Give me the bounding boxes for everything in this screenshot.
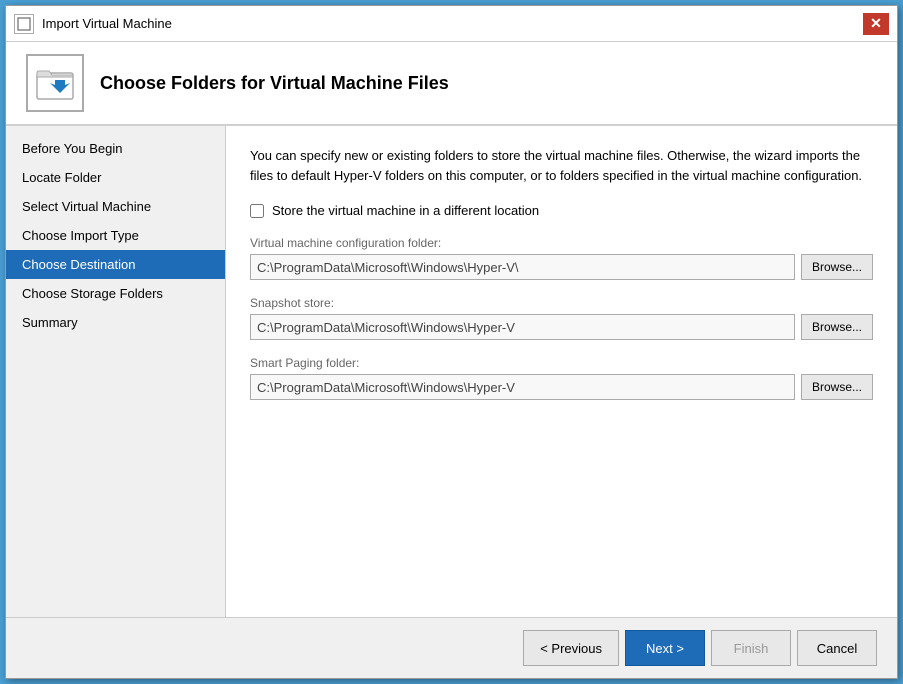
smart-paging-folder-row: Browse... [250, 374, 873, 400]
sidebar-item-choose-storage-folders[interactable]: Choose Storage Folders [6, 279, 225, 308]
header-section: Choose Folders for Virtual Machine Files [6, 42, 897, 126]
smart-paging-browse-button[interactable]: Browse... [801, 374, 873, 400]
header-title: Choose Folders for Virtual Machine Files [100, 73, 449, 94]
finish-button[interactable]: Finish [711, 630, 791, 666]
smart-paging-folder-label: Smart Paging folder: [250, 356, 873, 370]
snapshot-browse-button[interactable]: Browse... [801, 314, 873, 340]
title-bar-left: Import Virtual Machine [14, 14, 172, 34]
snapshot-store-group: Snapshot store: Browse... [250, 296, 873, 340]
sidebar: Before You Begin Locate Folder Select Vi… [6, 126, 226, 617]
footer: < Previous Next > Finish Cancel [6, 617, 897, 678]
smart-paging-folder-input[interactable] [250, 374, 795, 400]
folder-arrow-icon [35, 63, 75, 103]
sidebar-item-choose-import-type[interactable]: Choose Import Type [6, 221, 225, 250]
smart-paging-folder-group: Smart Paging folder: Browse... [250, 356, 873, 400]
cancel-button[interactable]: Cancel [797, 630, 877, 666]
vm-config-folder-label: Virtual machine configuration folder: [250, 236, 873, 250]
snapshot-store-input[interactable] [250, 314, 795, 340]
sidebar-item-locate-folder[interactable]: Locate Folder [6, 163, 225, 192]
sidebar-item-select-virtual-machine[interactable]: Select Virtual Machine [6, 192, 225, 221]
sidebar-item-summary[interactable]: Summary [6, 308, 225, 337]
store-different-location-label[interactable]: Store the virtual machine in a different… [272, 203, 539, 218]
store-different-location-row: Store the virtual machine in a different… [250, 203, 873, 218]
vm-config-folder-input[interactable] [250, 254, 795, 280]
import-virtual-machine-dialog: Import Virtual Machine ✕ Choose Folders … [5, 5, 898, 679]
header-icon-box [26, 54, 84, 112]
store-different-location-checkbox[interactable] [250, 204, 264, 218]
sidebar-item-before-you-begin[interactable]: Before You Begin [6, 134, 225, 163]
content-area: Before You Begin Locate Folder Select Vi… [6, 126, 897, 617]
close-button[interactable]: ✕ [863, 13, 889, 35]
vm-config-folder-group: Virtual machine configuration folder: Br… [250, 236, 873, 280]
title-bar: Import Virtual Machine ✕ [6, 6, 897, 42]
main-content: You can specify new or existing folders … [226, 126, 897, 617]
description-text: You can specify new or existing folders … [250, 146, 873, 185]
previous-button[interactable]: < Previous [523, 630, 619, 666]
dialog-icon [14, 14, 34, 34]
vm-config-browse-button[interactable]: Browse... [801, 254, 873, 280]
snapshot-store-label: Snapshot store: [250, 296, 873, 310]
snapshot-store-row: Browse... [250, 314, 873, 340]
next-button[interactable]: Next > [625, 630, 705, 666]
sidebar-item-choose-destination[interactable]: Choose Destination [6, 250, 225, 279]
vm-config-folder-row: Browse... [250, 254, 873, 280]
title-bar-text: Import Virtual Machine [42, 16, 172, 31]
